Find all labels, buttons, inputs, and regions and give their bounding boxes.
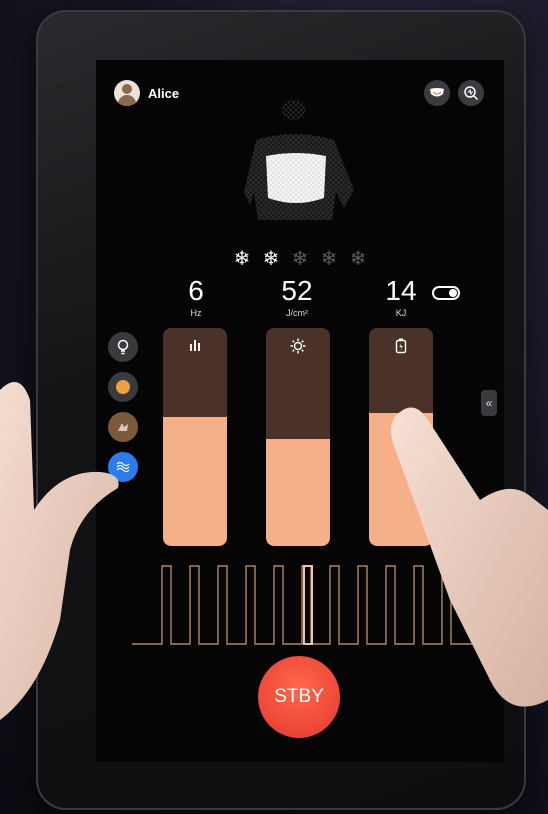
device-screen: Alice ❄ ❄ ❄ ❄ ❄ 6 Hz 52 J/cm² 14 KJ « ST…	[96, 60, 504, 762]
side-toolbar	[108, 332, 138, 482]
battery-icon	[395, 338, 407, 354]
energy-slider[interactable]	[369, 328, 433, 546]
bulb-icon	[117, 339, 129, 355]
user-avatar-icon	[114, 80, 140, 106]
pulse-trace	[132, 565, 472, 645]
body-model-figure	[244, 100, 354, 220]
snowflake-icon: ❄	[291, 248, 309, 270]
scan-icon[interactable]	[458, 80, 484, 106]
snowflake-icon: ❄	[233, 248, 251, 270]
standby-button[interactable]: STBY	[258, 656, 340, 738]
energy-slider-fill	[369, 413, 433, 546]
energy-unit: KJ	[395, 308, 407, 318]
fluence-readout: 52 J/cm²	[257, 275, 337, 319]
collapse-panel-button[interactable]: «	[481, 390, 497, 416]
energy-readout: 14 KJ	[361, 275, 441, 319]
user-profile[interactable]: Alice	[114, 80, 179, 106]
snowflake-icon: ❄	[320, 248, 338, 270]
frequency-value: 6	[188, 275, 204, 306]
wave-mode-button[interactable]	[108, 452, 138, 482]
frequency-slider[interactable]	[163, 328, 227, 546]
wave-icon	[116, 461, 130, 473]
face-mask-icon[interactable]	[424, 80, 450, 106]
treatment-area-icon	[118, 423, 128, 431]
bulb-button[interactable]	[108, 332, 138, 362]
fluence-slider[interactable]	[266, 328, 330, 546]
fluence-value: 52	[281, 275, 313, 306]
username: Alice	[148, 85, 180, 101]
orange-dot-icon	[116, 380, 130, 394]
sun-icon	[290, 338, 306, 354]
snowflake-icon: ❄	[262, 248, 280, 270]
snowflake-icon: ❄	[349, 248, 367, 270]
energy-value: 14	[385, 275, 417, 306]
fluence-slider-fill	[266, 439, 330, 546]
fluence-unit: J/cm²	[286, 308, 308, 318]
bars-icon	[190, 340, 200, 351]
pulse-waveform	[132, 565, 472, 645]
frequency-slider-fill	[163, 417, 227, 546]
energy-toggle[interactable]	[432, 286, 460, 300]
cooling-level-indicator[interactable]: ❄ ❄ ❄ ❄ ❄	[230, 246, 370, 271]
frequency-unit: Hz	[190, 308, 202, 318]
frequency-readout: 6 Hz	[156, 275, 236, 319]
mode-button[interactable]	[108, 372, 138, 402]
treatment-area-button[interactable]	[108, 412, 138, 442]
